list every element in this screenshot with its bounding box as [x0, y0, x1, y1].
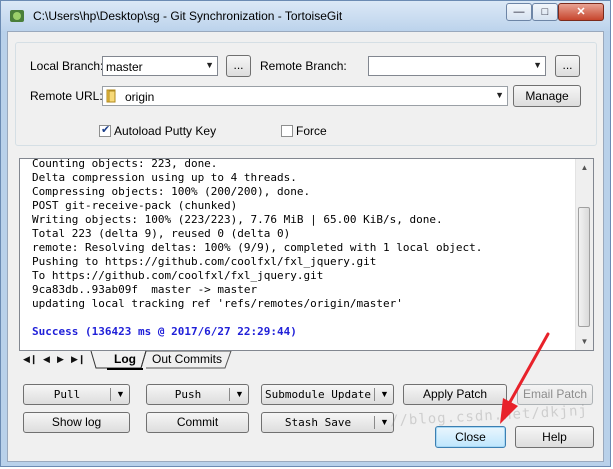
remote-url-value: origin [125, 90, 155, 104]
force-checkbox[interactable] [281, 125, 293, 137]
log-line: POST git-receive-pack (chunked) [32, 199, 238, 212]
folder-icon [106, 89, 116, 103]
window: C:\Users\hp\Desktop\sg - Git Synchroniza… [0, 0, 611, 467]
split-separator [229, 388, 230, 401]
email-patch-button[interactable]: Email Patch [517, 384, 593, 405]
chevron-down-icon: ▼ [533, 60, 542, 70]
chevron-down-icon[interactable]: ▼ [112, 385, 129, 404]
stash-save-button[interactable]: Stash Save [262, 413, 374, 432]
tab-prev-icon[interactable]: ◀ [43, 354, 50, 365]
submodule-update-split-button[interactable]: Submodule Update ▼ [261, 384, 394, 405]
help-button[interactable]: Help [515, 426, 594, 448]
maximize-button[interactable]: □ [532, 3, 558, 21]
log-line: 9ca83db..93ab09f master -> master [32, 283, 258, 296]
log-line: remote: Resolving deltas: 100% (9/9), co… [32, 241, 483, 254]
autoload-putty-key-label[interactable]: Autoload Putty Key [114, 124, 216, 138]
local-branch-browse-button[interactable]: ... [226, 55, 251, 77]
window-close-button[interactable]: ✕ [558, 3, 604, 21]
chevron-down-icon[interactable]: ▼ [376, 385, 393, 404]
log-line: Success (136423 ms @ 2017/6/27 22:29:44) [32, 325, 297, 338]
log-line: Total 223 (delta 9), reused 0 (delta 0) [32, 227, 291, 240]
stash-save-split-button[interactable]: Stash Save ▼ [261, 412, 394, 433]
tab-first-icon[interactable]: ◀❙ [23, 354, 37, 365]
log-line: Delta compression using up to 4 threads. [32, 171, 297, 184]
log-vertical-scrollbar[interactable]: ▲ ▼ [575, 159, 593, 350]
local-branch-label: Local Branch: [30, 59, 104, 73]
force-label[interactable]: Force [296, 124, 327, 138]
local-branch-combo[interactable]: master ▼ [102, 56, 218, 76]
push-button[interactable]: Push [147, 385, 229, 404]
log-line: To https://github.com/coolfxl/fxl_jquery… [32, 269, 324, 282]
scroll-up-arrow-icon[interactable]: ▲ [576, 159, 593, 176]
tab-next-icon[interactable]: ▶ [57, 354, 64, 365]
remote-branch-browse-button[interactable]: ... [555, 55, 580, 77]
minimize-button[interactable]: — [506, 3, 532, 21]
local-branch-value: master [106, 60, 143, 74]
close-button[interactable]: Close [435, 426, 506, 448]
remote-url-label: Remote URL: [30, 89, 103, 103]
log-line: updating local tracking ref 'refs/remote… [32, 297, 403, 310]
checkmark-icon: ✔ [101, 124, 111, 136]
output-tabs: ◀❙ ◀ ▶ ▶❙ Log Out Commits [19, 351, 594, 370]
pull-button[interactable]: Pull [24, 385, 110, 404]
apply-patch-button[interactable]: Apply Patch [403, 384, 507, 405]
remote-settings-group: Local Branch: master ▼ ... Remote Branch… [15, 42, 597, 146]
remote-url-combo[interactable]: origin ▼ [102, 86, 508, 106]
remote-branch-label: Remote Branch: [260, 59, 347, 73]
log-line: Writing objects: 100% (223/223), 7.76 Mi… [32, 213, 443, 226]
log-line: Pushing to https://github.com/coolfxl/fx… [32, 255, 377, 268]
dialog-client: Local Branch: master ▼ ... Remote Branch… [7, 31, 604, 462]
chevron-down-icon[interactable]: ▼ [231, 385, 248, 404]
title-bar[interactable]: C:\Users\hp\Desktop\sg - Git Synchroniza… [1, 1, 610, 31]
tab-out-commits[interactable]: Out Commits [145, 351, 229, 368]
submodule-update-button[interactable]: Submodule Update [262, 385, 374, 404]
split-separator [110, 388, 111, 401]
show-log-button[interactable]: Show log [23, 412, 130, 433]
window-title: C:\Users\hp\Desktop\sg - Git Synchroniza… [33, 9, 343, 23]
push-split-button[interactable]: Push ▼ [146, 384, 249, 405]
commit-button[interactable]: Commit [146, 412, 249, 433]
pull-split-button[interactable]: Pull ▼ [23, 384, 130, 405]
tortoisegit-app-icon [10, 10, 24, 22]
remote-branch-combo[interactable]: ▼ [368, 56, 546, 76]
autoload-putty-key-checkbox[interactable]: ✔ [99, 124, 111, 137]
split-separator [374, 416, 375, 429]
chevron-down-icon: ▼ [495, 90, 504, 100]
manage-button[interactable]: Manage [513, 85, 581, 107]
log-output[interactable]: Counting objects: 223, done. Delta compre… [19, 158, 594, 351]
tab-last-icon[interactable]: ▶❙ [71, 354, 85, 365]
tab-log[interactable]: Log [107, 351, 143, 370]
split-separator [374, 388, 375, 401]
log-line: Counting objects: 223, done. [32, 158, 218, 170]
scroll-thumb[interactable] [578, 207, 590, 327]
log-line: Compressing objects: 100% (200/200), don… [32, 185, 311, 198]
scroll-down-arrow-icon[interactable]: ▼ [576, 333, 593, 350]
log-lines: Counting objects: 223, done. Delta compre… [32, 158, 577, 339]
chevron-down-icon: ▼ [205, 60, 214, 70]
